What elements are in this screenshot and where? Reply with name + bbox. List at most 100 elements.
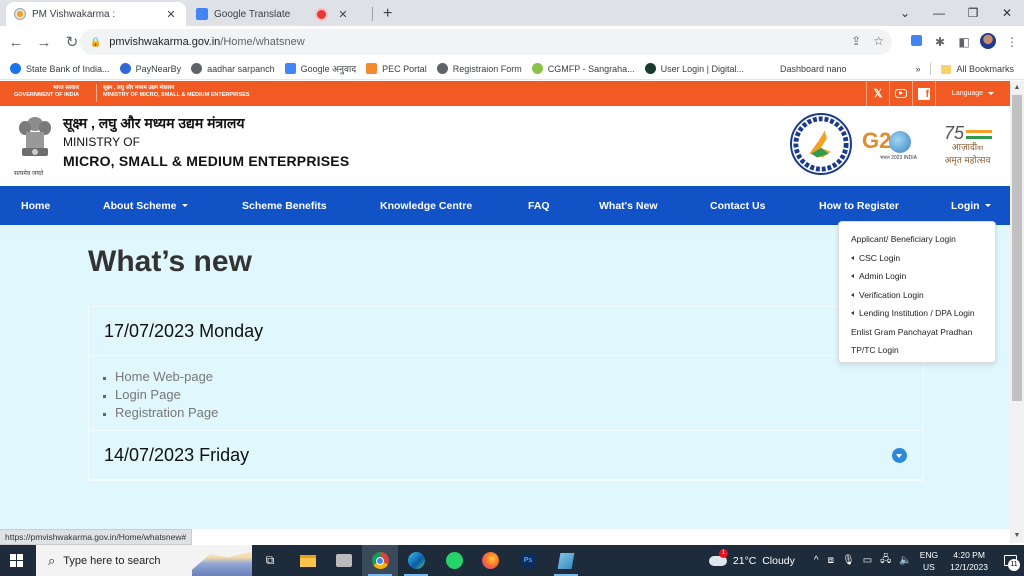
msme-title: MICRO, SMALL & MEDIUM ENTERPRISES	[63, 153, 350, 169]
photoshop-icon[interactable]: Ps	[510, 545, 546, 576]
close-tab-icon[interactable]: ✕	[164, 8, 178, 21]
bookmark-google-anuvad[interactable]: Google अनुवाद	[284, 62, 356, 75]
azadi-ka-amrit-mahotsav-logo[interactable]: 75 आज़ादीका अमृत महोत्सव	[940, 124, 995, 169]
nav-whats-new[interactable]: What's New	[599, 186, 658, 225]
nav-faq[interactable]: FAQ	[528, 186, 550, 225]
nav-knowledge-centre[interactable]: Knowledge Centre	[380, 186, 472, 225]
nav-contact-us[interactable]: Contact Us	[710, 186, 765, 225]
nav-about-scheme[interactable]: About Scheme	[103, 186, 188, 225]
edge-icon[interactable]	[398, 545, 434, 576]
youtube-icon[interactable]	[889, 81, 912, 106]
menu-item-label: Enlist Gram Panchayat Pradhan	[851, 326, 973, 337]
globe-lotus-icon	[889, 131, 912, 154]
bookmark-aadhar-sarpanch[interactable]: aadhar sarpanch	[191, 63, 275, 74]
bookmark-paynearby[interactable]: PayNearBy	[119, 63, 181, 74]
tab-google-translate[interactable]: Google Translate ✕	[188, 2, 358, 26]
close-tab-icon[interactable]: ✕	[336, 8, 350, 21]
pm-vishwakarma-logo[interactable]	[790, 113, 852, 175]
menu-item-lending-institution-login[interactable]: Lending Institution / DPA Login	[839, 304, 995, 323]
minimize-button[interactable]: —	[922, 6, 956, 20]
menu-item-label: CSC Login	[859, 252, 901, 263]
google-translate-extension-icon[interactable]	[904, 35, 928, 49]
update-link-home-web-page[interactable]: Home Web-page	[115, 368, 923, 386]
extensions-puzzle-icon[interactable]: ✱	[928, 35, 952, 49]
meet-now-icon[interactable]: ⧈	[828, 555, 834, 566]
facebook-icon[interactable]: f	[912, 81, 935, 106]
language-dropdown[interactable]: Language	[935, 81, 1010, 106]
profile-avatar[interactable]	[976, 32, 1000, 52]
file-explorer-icon[interactable]	[290, 545, 326, 576]
microphone-icon[interactable]: 🎙	[842, 555, 855, 566]
back-button[interactable]: ←	[4, 34, 28, 51]
tab-search-chevron-icon[interactable]: ⌄	[888, 6, 922, 20]
g20-logo[interactable]: G2	[862, 128, 912, 154]
menu-item-tp-tc-login[interactable]: TP/TC Login	[839, 341, 995, 360]
vertical-scrollbar[interactable]: ▲ ▼	[1010, 81, 1024, 543]
scroll-down-arrow-icon[interactable]: ▼	[1010, 529, 1024, 543]
menu-item-csc-login[interactable]: CSC Login	[839, 249, 995, 268]
nav-label: FAQ	[528, 199, 550, 212]
scrollbar-thumb[interactable]	[1012, 95, 1022, 401]
address-bar[interactable]: 🔒 pmvishwakarma.gov.in/Home/whatsnew ⇪ ☆	[80, 29, 892, 55]
menu-item-verification-login[interactable]: Verification Login	[839, 286, 995, 305]
whatsapp-icon[interactable]	[436, 545, 472, 576]
network-icon[interactable]: 🖧	[880, 552, 891, 569]
windows-start-icon[interactable]	[10, 554, 23, 567]
bookmark-sbi[interactable]: State Bank of India...	[10, 63, 110, 74]
nav-how-to-register[interactable]: How to Register	[819, 186, 899, 225]
side-panel-icon[interactable]: ◧	[952, 35, 976, 49]
login-dropdown-menu: Applicant/ Beneficiary Login CSC Login A…	[838, 221, 996, 363]
update-link-registration-page[interactable]: Registration Page	[115, 404, 923, 422]
language-indicator[interactable]: ENG US	[920, 549, 938, 573]
browser-menu-icon[interactable]: ⋮	[1000, 35, 1024, 49]
nav-home[interactable]: Home	[21, 186, 50, 225]
expand-toggle-icon[interactable]	[892, 448, 907, 463]
menu-item-applicant-login[interactable]: Applicant/ Beneficiary Login	[839, 230, 995, 249]
bookmark-registraion-form[interactable]: Registraion Form	[436, 63, 522, 74]
volume-icon[interactable]: 🔈	[899, 555, 911, 566]
tab-pm-vishwakarma[interactable]: PM Vishwakarma : ✕	[6, 2, 186, 26]
nav-login[interactable]: Login	[951, 186, 991, 225]
bookmark-label: PEC Portal	[382, 63, 427, 74]
firefox-icon[interactable]	[472, 545, 508, 576]
scroll-up-arrow-icon[interactable]: ▲	[1010, 81, 1024, 95]
menu-item-enlist-gram-panchayat[interactable]: Enlist Gram Panchayat Pradhan	[839, 323, 995, 342]
forward-button[interactable]: →	[32, 34, 56, 51]
update-date-header[interactable]: 17/07/2023 Monday	[89, 307, 923, 355]
update-date-header[interactable]: 14/07/2023 Friday	[89, 431, 923, 479]
chrome-icon[interactable]	[362, 545, 398, 576]
weather-text: 21°C Cloudy	[732, 554, 795, 567]
restore-button[interactable]: ❐	[956, 6, 990, 20]
notification-center-icon[interactable]: 11	[996, 545, 1024, 576]
taskbar-search-box[interactable]: ⌕ Type here to search	[36, 545, 252, 576]
all-bookmarks-button[interactable]: All Bookmarks	[941, 64, 1014, 74]
clock[interactable]: 4:20 PM 12/1/2023	[950, 549, 988, 573]
update-link-login-page[interactable]: Login Page	[115, 386, 923, 404]
share-icon[interactable]: ⇪	[851, 34, 861, 48]
nav-scheme-benefits[interactable]: Scheme Benefits	[242, 186, 327, 225]
weather-widget[interactable]: 1 21°C Cloudy	[708, 548, 795, 567]
bookmark-cgmfp[interactable]: CGMFP - Sangraha...	[531, 63, 635, 74]
menu-item-admin-login[interactable]: Admin Login	[839, 267, 995, 286]
task-view-icon[interactable]: ⧉	[252, 545, 288, 576]
bookmark-user-login-digital[interactable]: User Login | Digital...	[644, 63, 744, 74]
flag-stripes-icon	[966, 129, 993, 139]
notepad-icon[interactable]	[548, 545, 584, 576]
bookmarks-overflow-button[interactable]: »	[915, 64, 920, 74]
ministry-of-label: MINISTRY OF	[63, 135, 140, 149]
folder-icon	[941, 64, 952, 74]
nav-label: Knowledge Centre	[380, 199, 473, 212]
bookmark-dashboard-nano[interactable]: Dashboard nano	[780, 64, 847, 74]
nav-label: Scheme Benefits	[242, 199, 327, 212]
battery-icon[interactable]: ▭	[863, 555, 872, 566]
close-window-button[interactable]: ✕	[990, 6, 1024, 20]
printer-app-icon[interactable]	[326, 545, 362, 576]
clock-time: 4:20 PM	[953, 549, 985, 560]
bookmark-label: User Login | Digital...	[660, 63, 744, 74]
bookmark-pec-portal[interactable]: PEC Portal	[366, 63, 427, 74]
bookmark-star-icon[interactable]: ☆	[873, 34, 884, 48]
show-hidden-icons-chevron[interactable]: ^	[814, 555, 819, 566]
menu-item-label: Admin Login	[859, 271, 907, 282]
new-tab-button[interactable]: +	[383, 5, 392, 23]
x-twitter-icon[interactable]: 𝕏	[866, 81, 889, 106]
